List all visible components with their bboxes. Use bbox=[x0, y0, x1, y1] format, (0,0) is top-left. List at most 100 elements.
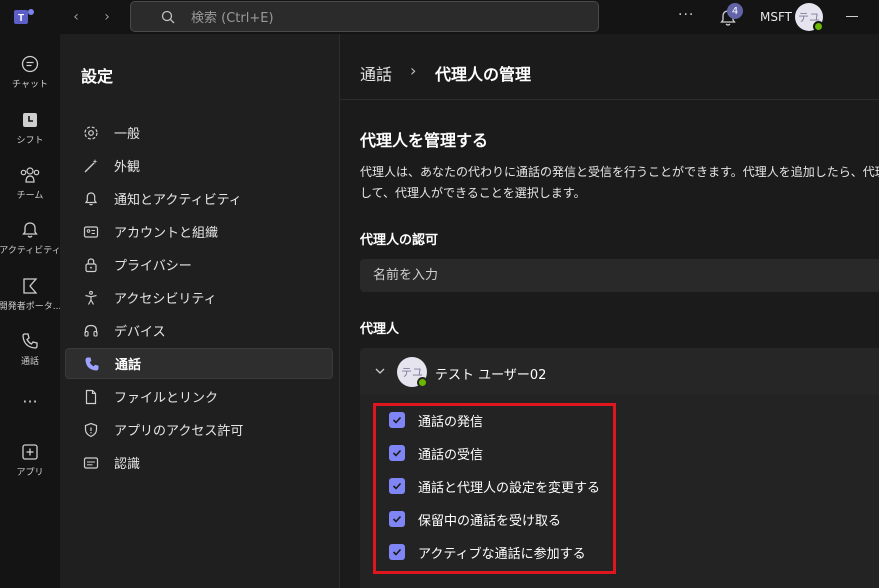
chevron-down-icon[interactable] bbox=[374, 365, 386, 377]
search-placeholder: 検索 (Ctrl+E) bbox=[191, 11, 274, 26]
delegate-row[interactable]: テユ テスト ユーザー02 bbox=[360, 348, 879, 395]
apps-icon bbox=[22, 444, 38, 460]
settings-item-devices[interactable]: デバイス bbox=[65, 315, 333, 346]
settings-item-label: アカウントと組織 bbox=[114, 226, 219, 241]
breadcrumb-calls-link[interactable]: 通話 bbox=[360, 61, 392, 85]
rail-item-apps[interactable]: アプリ bbox=[0, 436, 60, 492]
more-options-icon[interactable]: ··· bbox=[678, 7, 694, 23]
lock-icon bbox=[85, 257, 97, 272]
rail-item-developer-portal[interactable]: 開発者ポータ... bbox=[0, 270, 62, 326]
settings-item-label: 通知とアクティビティ bbox=[114, 193, 242, 208]
svg-text:T: T bbox=[18, 13, 24, 24]
rail-label: アプリ bbox=[16, 468, 44, 478]
settings-item-label: 通話 bbox=[115, 358, 142, 373]
more-apps-icon: ··· bbox=[22, 392, 38, 411]
rail-label: 通話 bbox=[20, 357, 39, 367]
rail-label: シフト bbox=[16, 136, 44, 146]
settings-title: 設定 bbox=[81, 67, 114, 86]
description-line: 代理人は、あなたの代わりに通話の発信と受信を行うことができます。代理人を追加した… bbox=[360, 165, 879, 179]
rail-item-teams[interactable]: チーム bbox=[0, 159, 60, 215]
settings-item-label: プライバシー bbox=[114, 259, 192, 274]
activity-icon bbox=[22, 222, 38, 238]
settings-item-label: 一般 bbox=[114, 127, 141, 142]
rail-item-calls[interactable]: 通話 bbox=[0, 325, 60, 381]
section-description: 代理人は、あなたの代わりに通話の発信と受信を行うことができます。代理人を追加した… bbox=[360, 162, 879, 204]
rail-item-shifts[interactable]: シフト bbox=[0, 104, 60, 160]
presence-available-icon bbox=[813, 21, 824, 32]
permission-join-active-calls[interactable]: アクティブな通話に参加する bbox=[389, 542, 586, 562]
settings-item-label: 外観 bbox=[114, 160, 141, 175]
checkbox-checked-icon[interactable] bbox=[389, 544, 405, 560]
title-bar: T ‹ › 検索 (Ctrl+E) ··· 4 MSFT テユ bbox=[0, 0, 879, 34]
search-box[interactable]: 検索 (Ctrl+E) bbox=[130, 1, 599, 32]
back-arrow-icon[interactable]: ‹ bbox=[67, 8, 85, 26]
rail-label: アクティビティ bbox=[0, 246, 61, 256]
description-line: して、代理人ができることを選択します。 bbox=[360, 186, 586, 200]
permission-label: アクティブな通話に参加する bbox=[418, 546, 586, 562]
checkbox-checked-icon[interactable] bbox=[389, 445, 405, 461]
shifts-icon bbox=[23, 113, 37, 127]
captions-icon bbox=[83, 456, 99, 469]
settings-nav: 設定 一般 外観 通知とアクティビティ アカウントと組織 プライバシー アクセシ… bbox=[60, 34, 340, 588]
settings-item-notifications[interactable]: 通知とアクティビティ bbox=[65, 183, 333, 214]
permission-label: 通話の受信 bbox=[418, 447, 484, 463]
checkbox-checked-icon[interactable] bbox=[389, 412, 405, 428]
settings-item-label: ファイルとリンク bbox=[114, 391, 219, 406]
settings-item-appearance[interactable]: 外観 bbox=[65, 150, 333, 181]
breadcrumb-current: 代理人の管理 bbox=[435, 65, 532, 84]
id-card-icon bbox=[83, 225, 99, 238]
org-name[interactable]: MSFT bbox=[760, 10, 792, 24]
permission-label: 通話と代理人の設定を変更する bbox=[418, 480, 601, 496]
settings-item-app-permissions[interactable]: アプリのアクセス許可 bbox=[65, 414, 333, 445]
settings-item-label: 認識 bbox=[114, 457, 141, 472]
teams-logo-icon[interactable]: T bbox=[12, 6, 36, 28]
permission-receive-calls[interactable]: 通話の受信 bbox=[389, 443, 483, 463]
checkbox-checked-icon[interactable] bbox=[389, 478, 405, 494]
shield-icon bbox=[84, 422, 98, 437]
breadcrumb-chevron-icon: › bbox=[410, 61, 417, 80]
settings-item-accounts[interactable]: アカウントと組織 bbox=[65, 216, 333, 247]
delegate-name-input[interactable] bbox=[360, 259, 879, 292]
rail-item-activity[interactable]: アクティビティ bbox=[0, 214, 61, 270]
delegate-name: テスト ユーザー02 bbox=[435, 368, 547, 383]
settings-item-label: アクセシビリティ bbox=[114, 292, 217, 307]
settings-item-label: デバイス bbox=[114, 325, 166, 340]
headset-icon bbox=[84, 324, 98, 337]
presence-available-icon bbox=[417, 377, 428, 388]
permission-make-calls[interactable]: 通話の発信 bbox=[389, 410, 483, 430]
magic-wand-icon bbox=[84, 158, 98, 172]
breadcrumb: 通話 › 代理人の管理 bbox=[340, 34, 879, 100]
teams-icon bbox=[20, 167, 40, 183]
phone-icon bbox=[85, 357, 99, 370]
file-icon bbox=[85, 389, 97, 404]
settings-item-accessibility[interactable]: アクセシビリティ bbox=[65, 282, 333, 313]
checkbox-checked-icon[interactable] bbox=[389, 511, 405, 527]
settings-item-label: アプリのアクセス許可 bbox=[114, 424, 244, 439]
forward-arrow-icon[interactable]: › bbox=[98, 8, 116, 26]
permission-pick-up-held-calls[interactable]: 保留中の通話を受け取る bbox=[389, 509, 561, 529]
minimize-button[interactable] bbox=[846, 16, 858, 17]
settings-item-general[interactable]: 一般 bbox=[65, 117, 333, 148]
permission-label: 保留中の通話を受け取る bbox=[418, 513, 562, 529]
search-icon bbox=[161, 10, 175, 23]
rail-item-chat[interactable]: チャット bbox=[0, 48, 60, 104]
permission-change-settings[interactable]: 通話と代理人の設定を変更する bbox=[389, 476, 600, 496]
settings-item-recognition[interactable]: 認識 bbox=[65, 447, 333, 478]
settings-item-calls[interactable]: 通話 bbox=[65, 348, 333, 379]
calls-icon bbox=[22, 333, 38, 349]
app-rail: チャット シフト チーム アクティビティ 開発者ポータ... 通話 ··· アプ… bbox=[0, 34, 62, 588]
bell-icon bbox=[84, 191, 98, 205]
notification-badge: 4 bbox=[727, 3, 743, 19]
rail-label: チーム bbox=[16, 191, 44, 201]
developer-portal-icon bbox=[23, 278, 38, 294]
authorize-heading: 代理人の認可 bbox=[360, 233, 439, 248]
section-title: 代理人を管理する bbox=[360, 131, 489, 150]
rail-label: 開発者ポータ... bbox=[0, 302, 62, 312]
permission-label: 通話の発信 bbox=[418, 414, 484, 430]
gear-icon bbox=[84, 125, 98, 140]
settings-item-privacy[interactable]: プライバシー bbox=[65, 249, 333, 280]
delegates-heading: 代理人 bbox=[360, 322, 400, 337]
settings-item-files[interactable]: ファイルとリンク bbox=[65, 381, 333, 412]
accessibility-icon bbox=[85, 290, 97, 305]
chat-icon bbox=[21, 55, 39, 73]
